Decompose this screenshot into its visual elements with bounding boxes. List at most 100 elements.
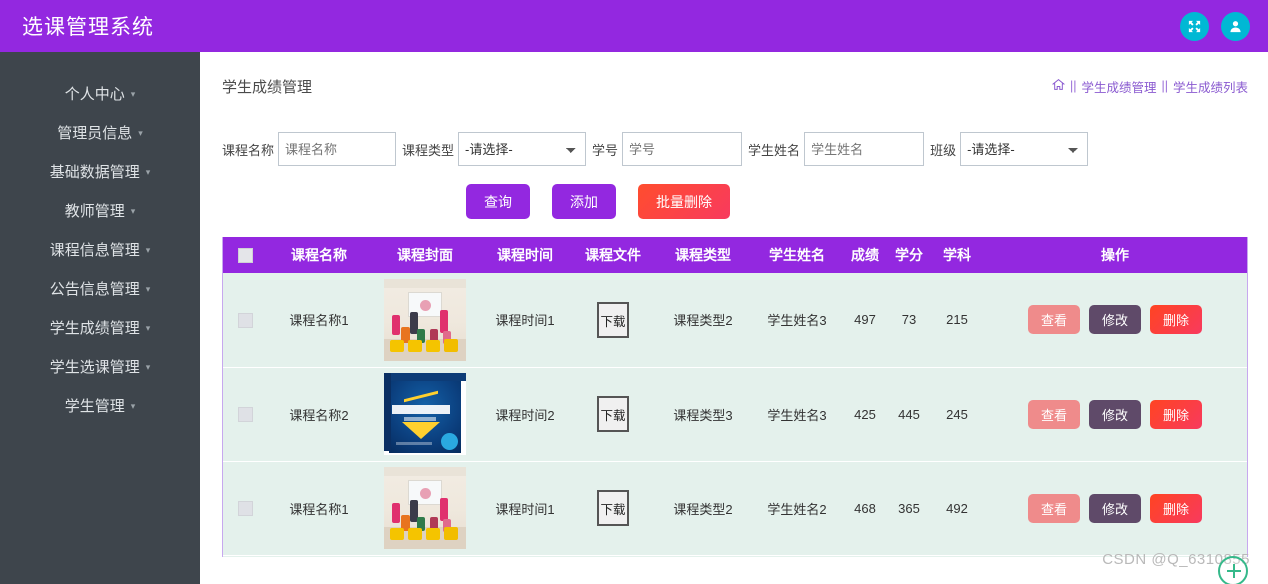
table-row: 课程名称1 课程时间1 下载 bbox=[223, 555, 1247, 557]
edit-button[interactable]: 修改 bbox=[1089, 493, 1141, 523]
chevron-down-icon: ▾ bbox=[130, 401, 136, 411]
sidebar-item-label: 教师管理 bbox=[64, 203, 125, 220]
cell-credit: 365 bbox=[887, 461, 931, 556]
row-checkbox[interactable] bbox=[237, 501, 253, 517]
sidebar-item-student-score[interactable]: 学生成绩管理 ▾ bbox=[0, 308, 200, 347]
col-operations: 操作 bbox=[983, 237, 1247, 273]
cell-course-time: 课程时间1 bbox=[479, 555, 571, 557]
sidebar-item-base-data[interactable]: 基础数据管理 ▾ bbox=[0, 152, 200, 191]
col-subject: 学科 bbox=[931, 237, 983, 273]
cell-course-file: 下载 bbox=[571, 461, 655, 556]
cell-score: 497 bbox=[843, 273, 887, 368]
col-course-name: 课程名称 bbox=[267, 237, 371, 273]
download-button[interactable]: 下载 bbox=[597, 490, 629, 526]
classroom-photo-icon bbox=[384, 467, 466, 549]
user-icon bbox=[1230, 20, 1241, 32]
table-row: 课程名称1 课程时间1 下载 bbox=[223, 461, 1247, 556]
cell-course-name: 课程名称2 bbox=[267, 367, 371, 462]
batch-delete-button[interactable]: 批量删除 bbox=[638, 184, 730, 219]
table-header: 课程名称 课程封面 课程时间 课程文件 课程类型 学生姓名 成绩 学分 学科 操… bbox=[223, 237, 1247, 273]
page-title: 学生成绩管理 bbox=[222, 78, 313, 96]
class-select[interactable]: -请选择- bbox=[960, 132, 1089, 166]
student-name-label: 学生姓名 bbox=[748, 142, 801, 158]
action-button-row: 查询 添加 批量删除 bbox=[200, 184, 1268, 219]
cell-credit: 445 bbox=[887, 367, 931, 462]
edit-button[interactable]: 修改 bbox=[1089, 305, 1141, 335]
cell-course-cover bbox=[371, 461, 479, 556]
home-icon[interactable] bbox=[1051, 78, 1066, 94]
col-course-time: 课程时间 bbox=[479, 237, 571, 273]
sidebar-item-personal-center[interactable]: 个人中心 ▾ bbox=[0, 74, 200, 113]
cell-course-time: 课程时间1 bbox=[479, 461, 571, 556]
sidebar-item-teacher[interactable]: 教师管理 ▾ bbox=[0, 191, 200, 230]
cell-credit: 388 bbox=[887, 555, 931, 557]
col-credit: 学分 bbox=[887, 237, 931, 273]
student-id-label: 学号 bbox=[592, 142, 619, 158]
cell-course-cover bbox=[371, 555, 479, 557]
course-type-select[interactable]: -请选择- bbox=[458, 132, 587, 166]
row-checkbox[interactable] bbox=[237, 407, 253, 423]
fullscreen-button[interactable] bbox=[1180, 11, 1209, 41]
breadcrumb-separator: || bbox=[1161, 79, 1168, 93]
sidebar-nav: 个人中心 ▾ 管理员信息 ▾ 基础数据管理 ▾ 教师管理 ▾ 课程信息管理 ▾ … bbox=[0, 52, 200, 584]
chevron-down-icon: ▾ bbox=[145, 284, 151, 294]
cell-subject: 215 bbox=[931, 273, 983, 368]
row-checkbox[interactable] bbox=[237, 312, 253, 328]
cell-operations: 查看 修改 删除 bbox=[983, 555, 1247, 557]
header-icon-group bbox=[1180, 11, 1250, 41]
student-id-input[interactable] bbox=[622, 132, 743, 166]
cell-course-time: 课程时间1 bbox=[479, 273, 571, 368]
cell-operations: 查看 修改 删除 bbox=[983, 461, 1247, 556]
cell-subject: 245 bbox=[931, 367, 983, 462]
class-label: 班级 bbox=[930, 142, 957, 158]
delete-button[interactable]: 删除 bbox=[1150, 493, 1202, 523]
cell-course-cover bbox=[371, 273, 479, 368]
query-button[interactable]: 查询 bbox=[466, 184, 530, 219]
sidebar-item-label: 学生选课管理 bbox=[49, 359, 140, 376]
table-body: 课程名称1 课程时间1 下载 课程类型2 学生姓名3 497 73 215 查看… bbox=[223, 273, 1247, 557]
sidebar-item-admin-info[interactable]: 管理员信息 ▾ bbox=[0, 113, 200, 152]
edit-button[interactable]: 修改 bbox=[1089, 399, 1141, 429]
view-button[interactable]: 查看 bbox=[1028, 305, 1080, 335]
delete-button[interactable]: 删除 bbox=[1150, 399, 1202, 429]
sidebar-item-course-info[interactable]: 课程信息管理 ▾ bbox=[0, 230, 200, 269]
cell-student-name: 学生姓名2 bbox=[751, 461, 843, 556]
col-select-all bbox=[223, 237, 267, 273]
cell-operations: 查看 修改 删除 bbox=[983, 273, 1247, 368]
cell-course-file: 下载 bbox=[571, 273, 655, 368]
cell-course-type: 课程类型2 bbox=[655, 555, 751, 557]
student-name-input[interactable] bbox=[804, 132, 925, 166]
col-course-file: 课程文件 bbox=[571, 237, 655, 273]
sidebar-item-student-course-select[interactable]: 学生选课管理 ▾ bbox=[0, 347, 200, 386]
add-button[interactable]: 添加 bbox=[552, 184, 616, 219]
row-action-group: 查看 修改 删除 bbox=[983, 493, 1247, 523]
cell-course-cover bbox=[371, 367, 479, 462]
sidebar-item-label: 管理员信息 bbox=[57, 125, 133, 142]
cell-score: 468 bbox=[843, 461, 887, 556]
sidebar-item-label: 课程信息管理 bbox=[49, 242, 140, 259]
cell-course-time: 课程时间2 bbox=[479, 367, 571, 462]
delete-button[interactable]: 删除 bbox=[1150, 305, 1202, 335]
sidebar-item-label: 学生管理 bbox=[64, 398, 125, 415]
download-button[interactable]: 下载 bbox=[597, 301, 629, 338]
download-button[interactable]: 下载 bbox=[597, 396, 629, 432]
classroom-photo-icon bbox=[384, 278, 466, 361]
select-all-checkbox[interactable] bbox=[237, 248, 253, 264]
breadcrumb-item-1[interactable]: 学生成绩列表 bbox=[1173, 77, 1248, 96]
cell-score: 361 bbox=[843, 555, 887, 557]
breadcrumb-item-0[interactable]: 学生成绩管理 bbox=[1081, 77, 1156, 96]
sidebar-item-announcement[interactable]: 公告信息管理 ▾ bbox=[0, 269, 200, 308]
col-student-name: 学生姓名 bbox=[751, 237, 843, 273]
cell-course-type: 课程类型2 bbox=[655, 273, 751, 368]
user-profile-button[interactable] bbox=[1221, 11, 1250, 41]
breadcrumb-separator: || bbox=[1069, 79, 1077, 93]
course-name-input[interactable] bbox=[278, 132, 397, 166]
course-name-label: 课程名称 bbox=[222, 142, 275, 158]
top-header-bar: 选课管理系统 bbox=[0, 0, 1268, 52]
table-header-row: 课程名称 课程封面 课程时间 课程文件 课程类型 学生姓名 成绩 学分 学科 操… bbox=[223, 237, 1247, 273]
view-button[interactable]: 查看 bbox=[1028, 493, 1080, 523]
view-button[interactable]: 查看 bbox=[1028, 399, 1080, 429]
chevron-down-icon: ▾ bbox=[145, 167, 151, 177]
chevron-down-icon: ▾ bbox=[145, 323, 151, 333]
sidebar-item-student[interactable]: 学生管理 ▾ bbox=[0, 386, 200, 425]
